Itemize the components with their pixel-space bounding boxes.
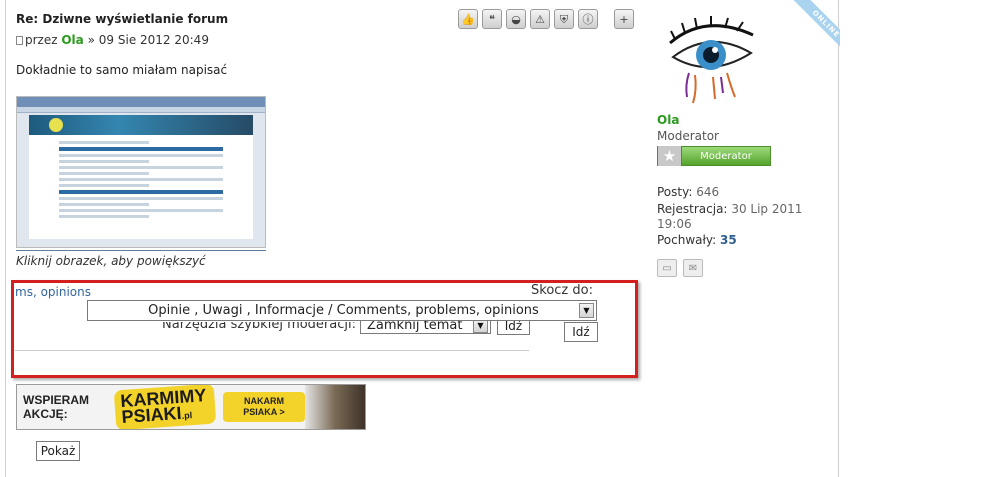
screenshot-row (59, 147, 223, 151)
banner-logo-domain: .pl (181, 410, 193, 421)
profile-card-icon[interactable]: ▭ (657, 259, 677, 277)
thumb-up-icon[interactable]: 👍 (458, 9, 478, 29)
banner-support-line1: WSPIERAM (23, 393, 89, 407)
post-body-text: Dokładnie to samo miałam napisać (16, 63, 228, 77)
screenshot-forum-header (29, 115, 253, 135)
screenshot-row (59, 203, 150, 206)
post-action-buttons: 👍 ❝ ◒ ⚠ ⛨ ⓘ + (458, 9, 634, 29)
karmimy-psiaki-banner[interactable]: WSPIERAM AKCJĘ: KARMIMY PSIAKI.pl NAKARM… (16, 384, 366, 430)
posts-label: Posty: (657, 185, 693, 199)
jump-to-label: Skocz do: (531, 283, 593, 298)
add-post-icon[interactable]: + (614, 9, 634, 29)
banner-logo-line2: PSIAKI.pl (121, 403, 210, 428)
screenshot-browser-chrome (17, 97, 265, 107)
user-name-link[interactable]: Ola (657, 113, 679, 127)
jump-to-forum-select[interactable]: Opinie , Uwagi , Informacje / Comments, … (87, 300, 597, 321)
user-registered: Rejestracja: 30 Lip 2011 (657, 202, 802, 216)
banner-support-text: WSPIERAM AKCJĘ: (17, 393, 115, 421)
banner-logo-word: PSIAKI (120, 402, 183, 428)
section-divider (15, 350, 529, 351)
rank-badge: ★ Moderator (657, 146, 771, 166)
online-status-text: ONLINE (789, 0, 840, 55)
registered-label: Rejestracja: (657, 202, 728, 216)
quote-icon[interactable]: ❝ (482, 9, 502, 29)
screenshot-row (59, 197, 223, 200)
post-author-link[interactable]: Ola (61, 33, 83, 47)
banner-logo: KARMIMY PSIAKI.pl (113, 385, 217, 429)
registered-value: 30 Lip 2011 (731, 202, 803, 216)
info-icon[interactable]: ⓘ (578, 9, 598, 29)
forum-breadcrumb-link[interactable]: ms, opinions (15, 285, 91, 299)
user-praise: Pochwały: 35 (657, 233, 737, 247)
screenshot-row (59, 184, 150, 187)
warning-icon[interactable]: ⚠ (530, 9, 550, 29)
image-underline (16, 250, 266, 251)
post-meta-separator: » (87, 33, 95, 47)
screenshot-row (59, 166, 223, 169)
jump-go-button[interactable]: Idź (564, 322, 598, 342)
user-posts: Posty: 646 (657, 185, 719, 199)
post-document-icon[interactable] (16, 36, 23, 45)
user-avatar[interactable] (665, 5, 755, 105)
show-button[interactable]: Pokaż (36, 441, 80, 461)
banner-cta-line1: NAKARM (244, 396, 284, 406)
user-rank: Moderator (657, 129, 719, 143)
profile-contact-icons: ▭ ✉ (657, 259, 703, 277)
screenshot-row (59, 209, 223, 212)
star-icon: ★ (658, 146, 682, 166)
registered-time: 19:06 (657, 217, 692, 231)
posts-value: 646 (696, 185, 720, 199)
attached-screenshot-image[interactable] (16, 96, 266, 248)
post-title[interactable]: Re: Dziwne wyświetlanie forum (16, 12, 228, 26)
praise-label: Pochwały: (657, 233, 717, 247)
screenshot-row (59, 160, 150, 163)
email-icon[interactable]: ✉ (683, 259, 703, 277)
banner-dog-photo (305, 385, 365, 429)
image-caption: Kliknij obrazek, aby powiększyć (16, 254, 206, 268)
screenshot-row (59, 141, 150, 144)
jump-selected-forum: Opinie , Uwagi , Informacje / Comments, … (148, 303, 539, 318)
screenshot-row (59, 154, 223, 157)
banner-cta-button[interactable]: NAKARM PSIAKA > (223, 392, 305, 422)
screenshot-browser-toolbar (17, 107, 265, 113)
praise-value[interactable]: 35 (720, 233, 737, 247)
user-registered-time: 19:06 (657, 217, 692, 231)
online-status-ribbon: ONLINE (785, 0, 840, 55)
screenshot-row (59, 190, 223, 194)
screenshot-row (59, 215, 150, 218)
helmet-icon[interactable]: ◒ (506, 9, 526, 29)
post-meta: przez Ola » 09 Sie 2012 20:49 (16, 33, 209, 47)
screenshot-forum-page (29, 135, 253, 239)
chevron-down-icon[interactable]: ▼ (579, 303, 594, 318)
screenshot-row (59, 172, 150, 175)
post-date: 09 Sie 2012 20:49 (98, 33, 209, 47)
shield-icon[interactable]: ⛨ (554, 9, 574, 29)
post-meta-prefix: przez (25, 33, 58, 47)
banner-support-line2: AKCJĘ: (23, 407, 68, 421)
rank-badge-label: Moderator (700, 150, 752, 162)
screenshot-logo-icon (49, 118, 63, 132)
screenshot-row (59, 178, 223, 181)
banner-cta-line2: PSIAKA > (243, 407, 285, 417)
